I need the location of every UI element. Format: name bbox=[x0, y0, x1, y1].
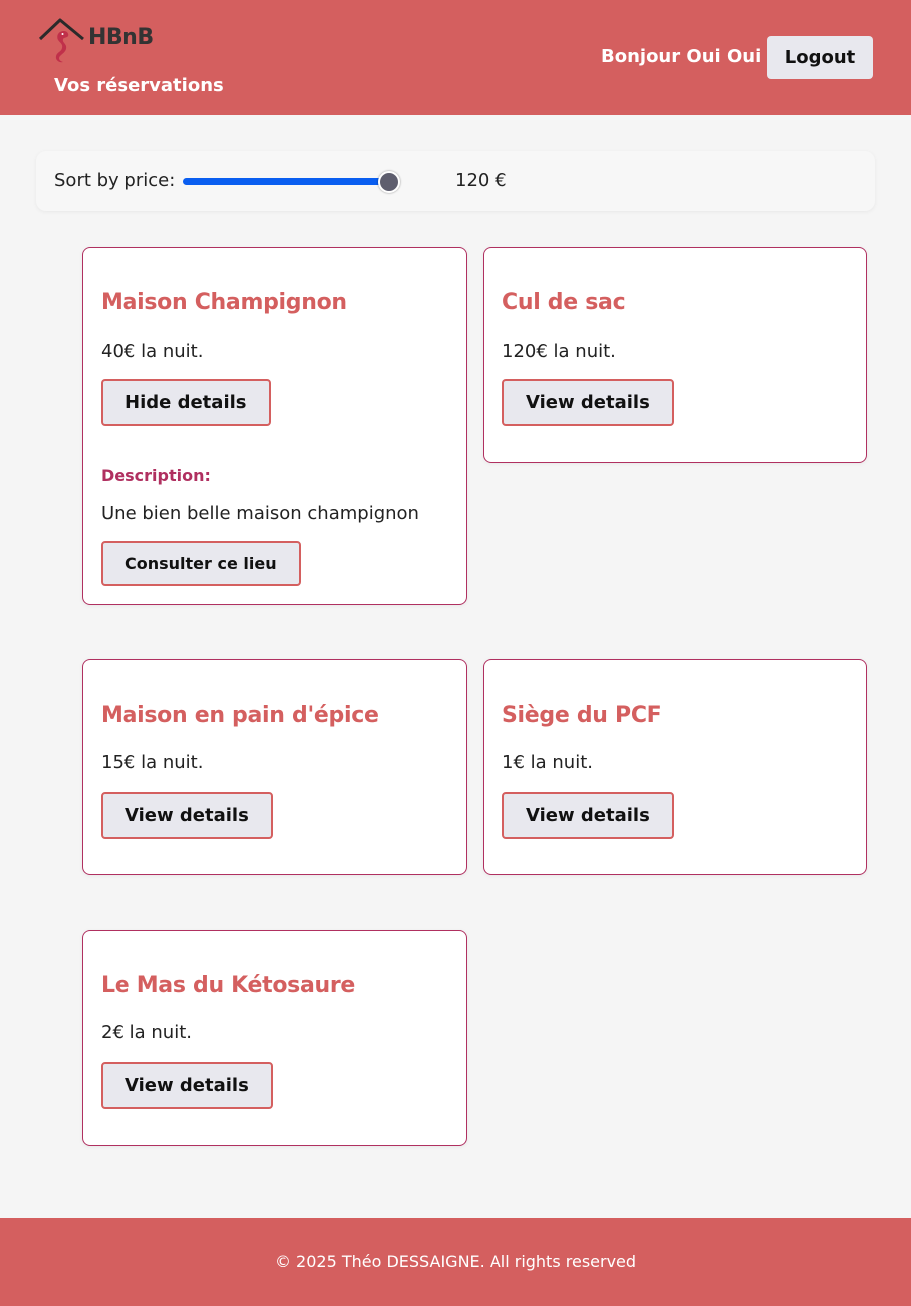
price-filter-value: 120 € bbox=[455, 170, 507, 191]
place-card: Maison Champignon 40€ la nuit. Hide deta… bbox=[82, 247, 467, 605]
place-title: Maison Champignon bbox=[101, 290, 347, 315]
view-details-button[interactable]: View details bbox=[502, 379, 674, 426]
place-price: 1€ la nuit. bbox=[502, 752, 593, 773]
house-seahorse-icon bbox=[38, 18, 84, 63]
place-title: Le Mas du Kétosaure bbox=[101, 973, 356, 998]
price-filter: Sort by price: 120 € bbox=[36, 151, 875, 211]
place-price: 40€ la nuit. bbox=[101, 341, 204, 362]
header: HBnB Vos réservations Bonjour Oui Oui Lo… bbox=[0, 0, 911, 115]
place-card: Siège du PCF 1€ la nuit. View details bbox=[483, 659, 867, 875]
place-card: Maison en pain d'épice 15€ la nuit. View… bbox=[82, 659, 467, 875]
place-title: Maison en pain d'épice bbox=[101, 703, 379, 728]
view-details-button[interactable]: View details bbox=[101, 792, 273, 839]
reservations-link[interactable]: Vos réservations bbox=[54, 75, 224, 96]
copyright-text: © 2025 Théo DESSAIGNE. All rights reserv… bbox=[274, 1252, 637, 1271]
price-filter-label: Sort by price: bbox=[54, 170, 176, 191]
hide-details-button[interactable]: Hide details bbox=[101, 379, 271, 426]
price-slider-thumb[interactable] bbox=[378, 171, 400, 193]
place-title: Siège du PCF bbox=[502, 703, 662, 728]
place-price: 2€ la nuit. bbox=[101, 1022, 192, 1043]
place-title: Cul de sac bbox=[502, 290, 626, 315]
price-slider-track[interactable] bbox=[183, 178, 390, 185]
view-details-button[interactable]: View details bbox=[101, 1062, 273, 1109]
view-details-button[interactable]: View details bbox=[502, 792, 674, 839]
description-text: Une bien belle maison champignon bbox=[101, 503, 419, 524]
place-price: 15€ la nuit. bbox=[101, 752, 204, 773]
logo[interactable]: HBnB bbox=[38, 17, 158, 65]
description-label: Description: bbox=[101, 466, 211, 485]
price-slider[interactable] bbox=[183, 171, 403, 193]
consult-place-button[interactable]: Consulter ce lieu bbox=[101, 541, 301, 586]
logout-button[interactable]: Logout bbox=[767, 36, 873, 79]
user-greeting: Bonjour Oui Oui bbox=[601, 46, 762, 67]
place-card: Le Mas du Kétosaure 2€ la nuit. View det… bbox=[82, 930, 467, 1146]
footer: © 2025 Théo DESSAIGNE. All rights reserv… bbox=[0, 1218, 911, 1306]
logo-text: HBnB bbox=[88, 25, 154, 50]
place-price: 120€ la nuit. bbox=[502, 341, 616, 362]
place-card: Cul de sac 120€ la nuit. View details bbox=[483, 247, 867, 463]
